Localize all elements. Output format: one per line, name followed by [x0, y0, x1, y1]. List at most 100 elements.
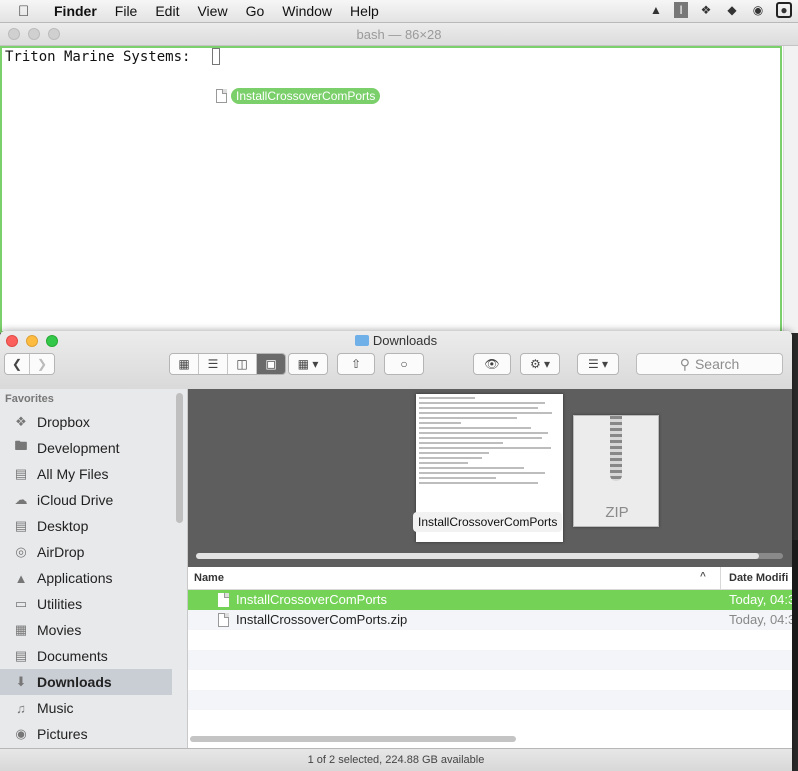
movies-icon: ▦ — [14, 622, 28, 637]
menu-go[interactable]: Go — [246, 3, 265, 19]
folder-icon: 🖿 — [14, 438, 28, 453]
share-icon[interactable]: ⇧ — [337, 353, 375, 375]
coverflow-area[interactable]: InstallCrossoverComPorts ZIP — [188, 389, 792, 567]
empty-row — [188, 650, 792, 670]
sidebar-item-movies[interactable]: ▦ Movies — [0, 617, 172, 643]
dropbox-icon: ❖ — [15, 414, 27, 429]
back-forward-control: ❮ ❯ — [4, 353, 55, 375]
file-date: Today, 04:3 — [729, 612, 792, 627]
coverflow-view-icon[interactable]: ▣ — [257, 354, 285, 374]
terminal-body[interactable] — [0, 46, 782, 333]
file-list: InstallCrossoverComPorts Today, 04:3 Ins… — [188, 590, 792, 730]
zip-file-icon — [218, 613, 229, 627]
sidebar-item-airdrop[interactable]: ◎ AirDrop — [0, 539, 172, 565]
terminal-titlebar: bash — 86×28 — [0, 23, 798, 46]
file-name: InstallCrossoverComPorts.zip — [236, 612, 408, 627]
sidebar-item-all-my-files[interactable]: ▤ All My Files — [0, 461, 172, 487]
zip-label: ZIP — [605, 504, 629, 521]
search-icon: ⚲ — [679, 355, 690, 372]
terminal-window: bash — 86×28 Triton Marine Systems: Inst… — [0, 23, 798, 333]
empty-row — [188, 670, 792, 690]
list-header: Name ^ Date Modifi — [188, 567, 792, 590]
menu-file[interactable]: File — [115, 3, 138, 19]
documents-icon: ▤ — [14, 648, 28, 663]
quick-look-icon[interactable]: 👁 — [473, 353, 511, 375]
forward-button[interactable]: ❯ — [30, 354, 54, 374]
airdrop-icon: ◎ — [15, 544, 27, 559]
terminal-title: bash — 86×28 — [356, 27, 442, 42]
sidebar-item-downloads[interactable]: ⬇ Downloads — [0, 669, 172, 695]
sidebar-item-icloud-drive[interactable]: ☁ iCloud Drive — [0, 487, 172, 513]
sidebar-item-dropbox[interactable]: ❖ Dropbox — [0, 409, 172, 435]
terminal-cursor — [212, 48, 220, 65]
menu-edit[interactable]: Edit — [155, 3, 179, 19]
tag-icon[interactable]: ○ — [384, 353, 424, 375]
folder-icon — [354, 335, 369, 346]
sidebar-item-music[interactable]: ♫ Music — [0, 695, 172, 721]
cloud-icon: ☁ — [14, 492, 28, 507]
document-icon — [216, 89, 227, 103]
file-name: InstallCrossoverComPorts — [236, 592, 387, 607]
list-horizontal-scrollbar[interactable] — [190, 736, 516, 742]
folder-icon: ▭ — [14, 596, 28, 611]
column-view-icon[interactable]: ◫ — [228, 354, 257, 374]
list-view-icon[interactable]: ☰ — [199, 354, 228, 374]
menu-app-name[interactable]: Finder — [54, 3, 97, 19]
sidebar-item-desktop[interactable]: ▤ Desktop — [0, 513, 172, 539]
icon-view-icon[interactable]: ▦ — [170, 354, 199, 374]
dropbox-menu-icon[interactable]: ☰ ▾ — [577, 353, 619, 375]
apple-menu-icon[interactable]:  — [18, 3, 38, 20]
sidebar: Favorites ❖ Dropbox 🖿 Development ▤ All My … — [0, 389, 188, 751]
table-row[interactable]: InstallCrossoverComPorts.zip Today, 04:3 — [188, 610, 792, 630]
background-window-edge — [792, 540, 798, 720]
dragged-file[interactable]: InstallCrossoverComPorts — [216, 88, 381, 104]
status-icons: ▲ I ❖ ◆ ◉ ● — [648, 2, 792, 18]
arrange-button[interactable]: ▦ ▾ — [288, 353, 328, 375]
action-gear-icon[interactable]: ⚙ ▾ — [520, 353, 560, 375]
menu-window[interactable]: Window — [282, 3, 332, 19]
file-date: Today, 04:3 — [729, 592, 792, 607]
network-icon[interactable]: ◉ — [750, 2, 766, 18]
search-input[interactable]: ⚲ Search — [636, 353, 783, 375]
finder-window: Downloads ❮ ❯ ▦ ☰ ◫ ▣ ▦ ▾ ⇧ ○ 👁 ⚙ ▾ ☰ ▾ … — [0, 331, 792, 771]
desktop-icon: ▤ — [14, 518, 28, 533]
applications-icon: ▲ — [14, 570, 28, 586]
downloads-icon: ⬇ — [15, 674, 27, 689]
sidebar-item-utilities[interactable]: ▭ Utilities — [0, 591, 172, 617]
column-header-date-modified[interactable]: Date Modifi — [720, 567, 788, 589]
sidebar-section-favorites: Favorites — [5, 393, 54, 405]
input-icon[interactable]: I — [674, 2, 688, 18]
coverflow-scroll-thumb[interactable] — [196, 553, 759, 559]
empty-row — [188, 710, 792, 730]
terminal-scrollbar[interactable] — [783, 46, 798, 333]
zip-archive-icon[interactable]: ZIP — [573, 415, 659, 527]
coverflow-selected-label: InstallCrossoverComPorts — [413, 512, 563, 532]
document-icon — [218, 593, 229, 607]
back-button[interactable]: ❮ — [5, 354, 30, 374]
menu-bar:  Finder File Edit View Go Window Help ▲… — [0, 0, 798, 23]
shield-icon[interactable]: ◆ — [724, 2, 740, 18]
sidebar-scrollbar[interactable] — [176, 393, 183, 523]
finder-title: Downloads — [0, 333, 792, 348]
empty-row — [188, 630, 792, 650]
sidebar-item-development[interactable]: 🖿 Development — [0, 435, 172, 461]
screen-record-icon[interactable]: ● — [776, 2, 792, 18]
all-files-icon: ▤ — [14, 466, 28, 481]
terminal-prompt: Triton Marine Systems: — [5, 49, 191, 65]
empty-row — [188, 690, 792, 710]
status-bar: 1 of 2 selected, 224.88 GB available — [0, 748, 792, 771]
table-row[interactable]: InstallCrossoverComPorts Today, 04:3 — [188, 590, 792, 610]
pictures-icon: ◉ — [15, 726, 27, 741]
sidebar-item-documents[interactable]: ▤ Documents — [0, 643, 172, 669]
sort-ascending-icon: ^ — [700, 571, 706, 582]
column-header-name[interactable]: Name — [194, 572, 224, 584]
music-icon: ♫ — [16, 700, 26, 716]
view-mode-control: ▦ ☰ ◫ ▣ — [169, 353, 286, 375]
sidebar-item-applications[interactable]: ▲ Applications — [0, 565, 172, 591]
sidebar-item-pictures[interactable]: ◉ Pictures — [0, 721, 172, 747]
notification-icon[interactable]: ▲ — [648, 2, 664, 18]
dropbox-status-icon[interactable]: ❖ — [698, 2, 714, 18]
dragged-file-label: InstallCrossoverComPorts — [231, 88, 381, 104]
menu-view[interactable]: View — [197, 3, 227, 19]
menu-help[interactable]: Help — [350, 3, 379, 19]
